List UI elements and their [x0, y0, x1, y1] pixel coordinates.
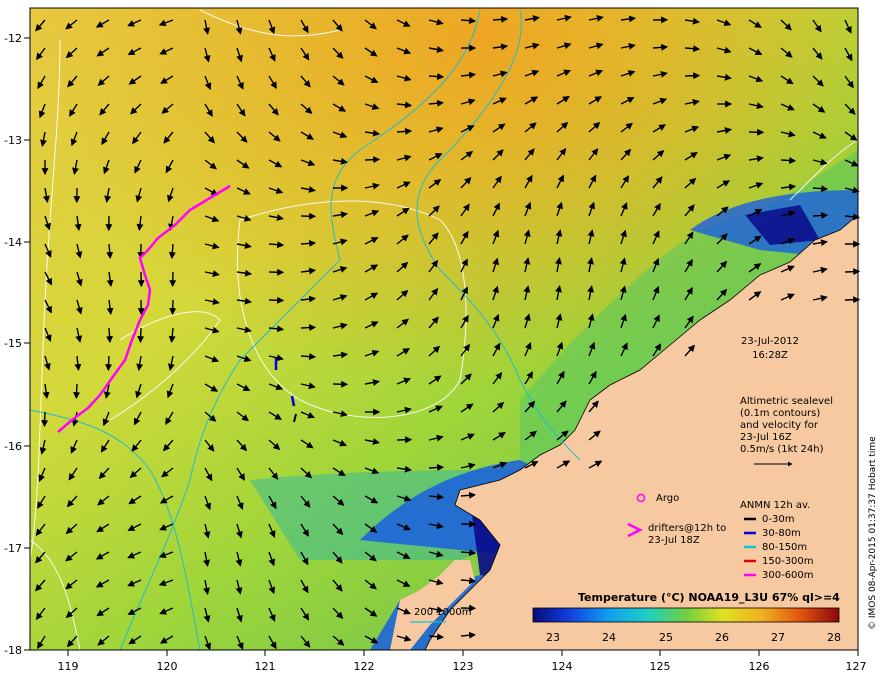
anmn-legend-label: 30-80m — [762, 528, 801, 539]
svg-text:Altimetric sealevel: Altimetric sealevel — [740, 396, 833, 407]
argo-label: Argo — [656, 493, 679, 504]
velocity-arrow — [300, 324, 317, 332]
lon-tick: 125 — [650, 660, 671, 673]
svg-text:(0.1m contours): (0.1m contours) — [740, 408, 820, 419]
copyright: © IMOS 08-Apr-2015 01:37:37 Hobart time — [868, 436, 878, 630]
colorbar-tick: 23 — [546, 631, 560, 644]
velocity-arrow — [41, 411, 49, 428]
velocity-arrow — [812, 211, 829, 219]
anmn-title: ANMN 12h av. — [740, 500, 810, 511]
velocity-arrow — [492, 15, 509, 23]
lat-tick: -12 — [4, 32, 22, 45]
drifter-label: 23-Jul 18Z — [648, 535, 700, 546]
lat-tick: -13 — [4, 134, 22, 147]
svg-text:23-Jul 16Z: 23-Jul 16Z — [740, 432, 792, 443]
svg-text:and velocity for: and velocity for — [740, 420, 819, 431]
lon-tick: 123 — [453, 660, 474, 673]
svg-text:0.5m/s (1kt 24h): 0.5m/s (1kt 24h) — [740, 444, 824, 455]
colorbar-tick: 28 — [827, 631, 841, 644]
lat-tick: -16 — [4, 440, 22, 453]
velocity-arrow — [684, 72, 701, 80]
lat-tick: -17 — [4, 542, 22, 555]
velocity-arrow — [106, 327, 114, 344]
lat-tick: -15 — [4, 337, 22, 350]
velocity-arrow — [844, 268, 861, 276]
velocity-arrow — [73, 383, 81, 400]
lon-tick: 124 — [552, 660, 573, 673]
velocity-arrow — [364, 156, 381, 164]
colorbar-tick: 26 — [715, 631, 729, 644]
lon-tick: 119 — [58, 660, 79, 673]
velocity-arrow — [396, 127, 413, 135]
velocity-arrow — [428, 464, 445, 472]
depth-legend: 200 1000m — [414, 607, 471, 618]
velocity-arrow — [300, 353, 317, 361]
velocity-arrow — [300, 239, 317, 247]
velocity-arrow — [844, 296, 861, 304]
velocity-arrow — [137, 327, 145, 344]
sst-map: -12 -13 -14 -15 -16 -17 -18 119 120 121 … — [4, 7, 878, 673]
anmn-legend-label: 150-300m — [762, 556, 814, 567]
velocity-arrow — [268, 296, 285, 304]
drifter-label: drifters@12h to — [648, 523, 726, 534]
colorbar-title: Temperature (°C) NOAA19_L3U 67% ql>=4 — [578, 591, 840, 604]
anmn-legend-label: 80-150m — [762, 542, 807, 553]
velocity-arrow — [428, 73, 445, 81]
colorbar-tick: 24 — [602, 631, 616, 644]
anmn-legend-label: 300-600m — [762, 570, 814, 581]
date-label: 23-Jul-2012 — [741, 336, 799, 347]
lat-tick: -18 — [4, 644, 22, 657]
colorbar-tick: 25 — [659, 631, 673, 644]
lon-tick: 127 — [846, 660, 867, 673]
anmn-legend-label: 0-30m — [762, 514, 794, 525]
colorbar — [532, 607, 840, 623]
lon-tick: 122 — [354, 660, 375, 673]
lon-tick: 120 — [157, 660, 178, 673]
lon-tick: 126 — [749, 660, 770, 673]
velocity-arrow — [460, 17, 477, 25]
lon-tick: 121 — [255, 660, 276, 673]
velocity-arrow — [780, 156, 797, 164]
velocity-arrow — [105, 355, 113, 372]
lat-tick: -14 — [4, 236, 22, 249]
velocity-arrow — [169, 299, 177, 316]
colorbar-tick: 27 — [771, 631, 785, 644]
time-label: 16:28Z — [752, 350, 788, 361]
